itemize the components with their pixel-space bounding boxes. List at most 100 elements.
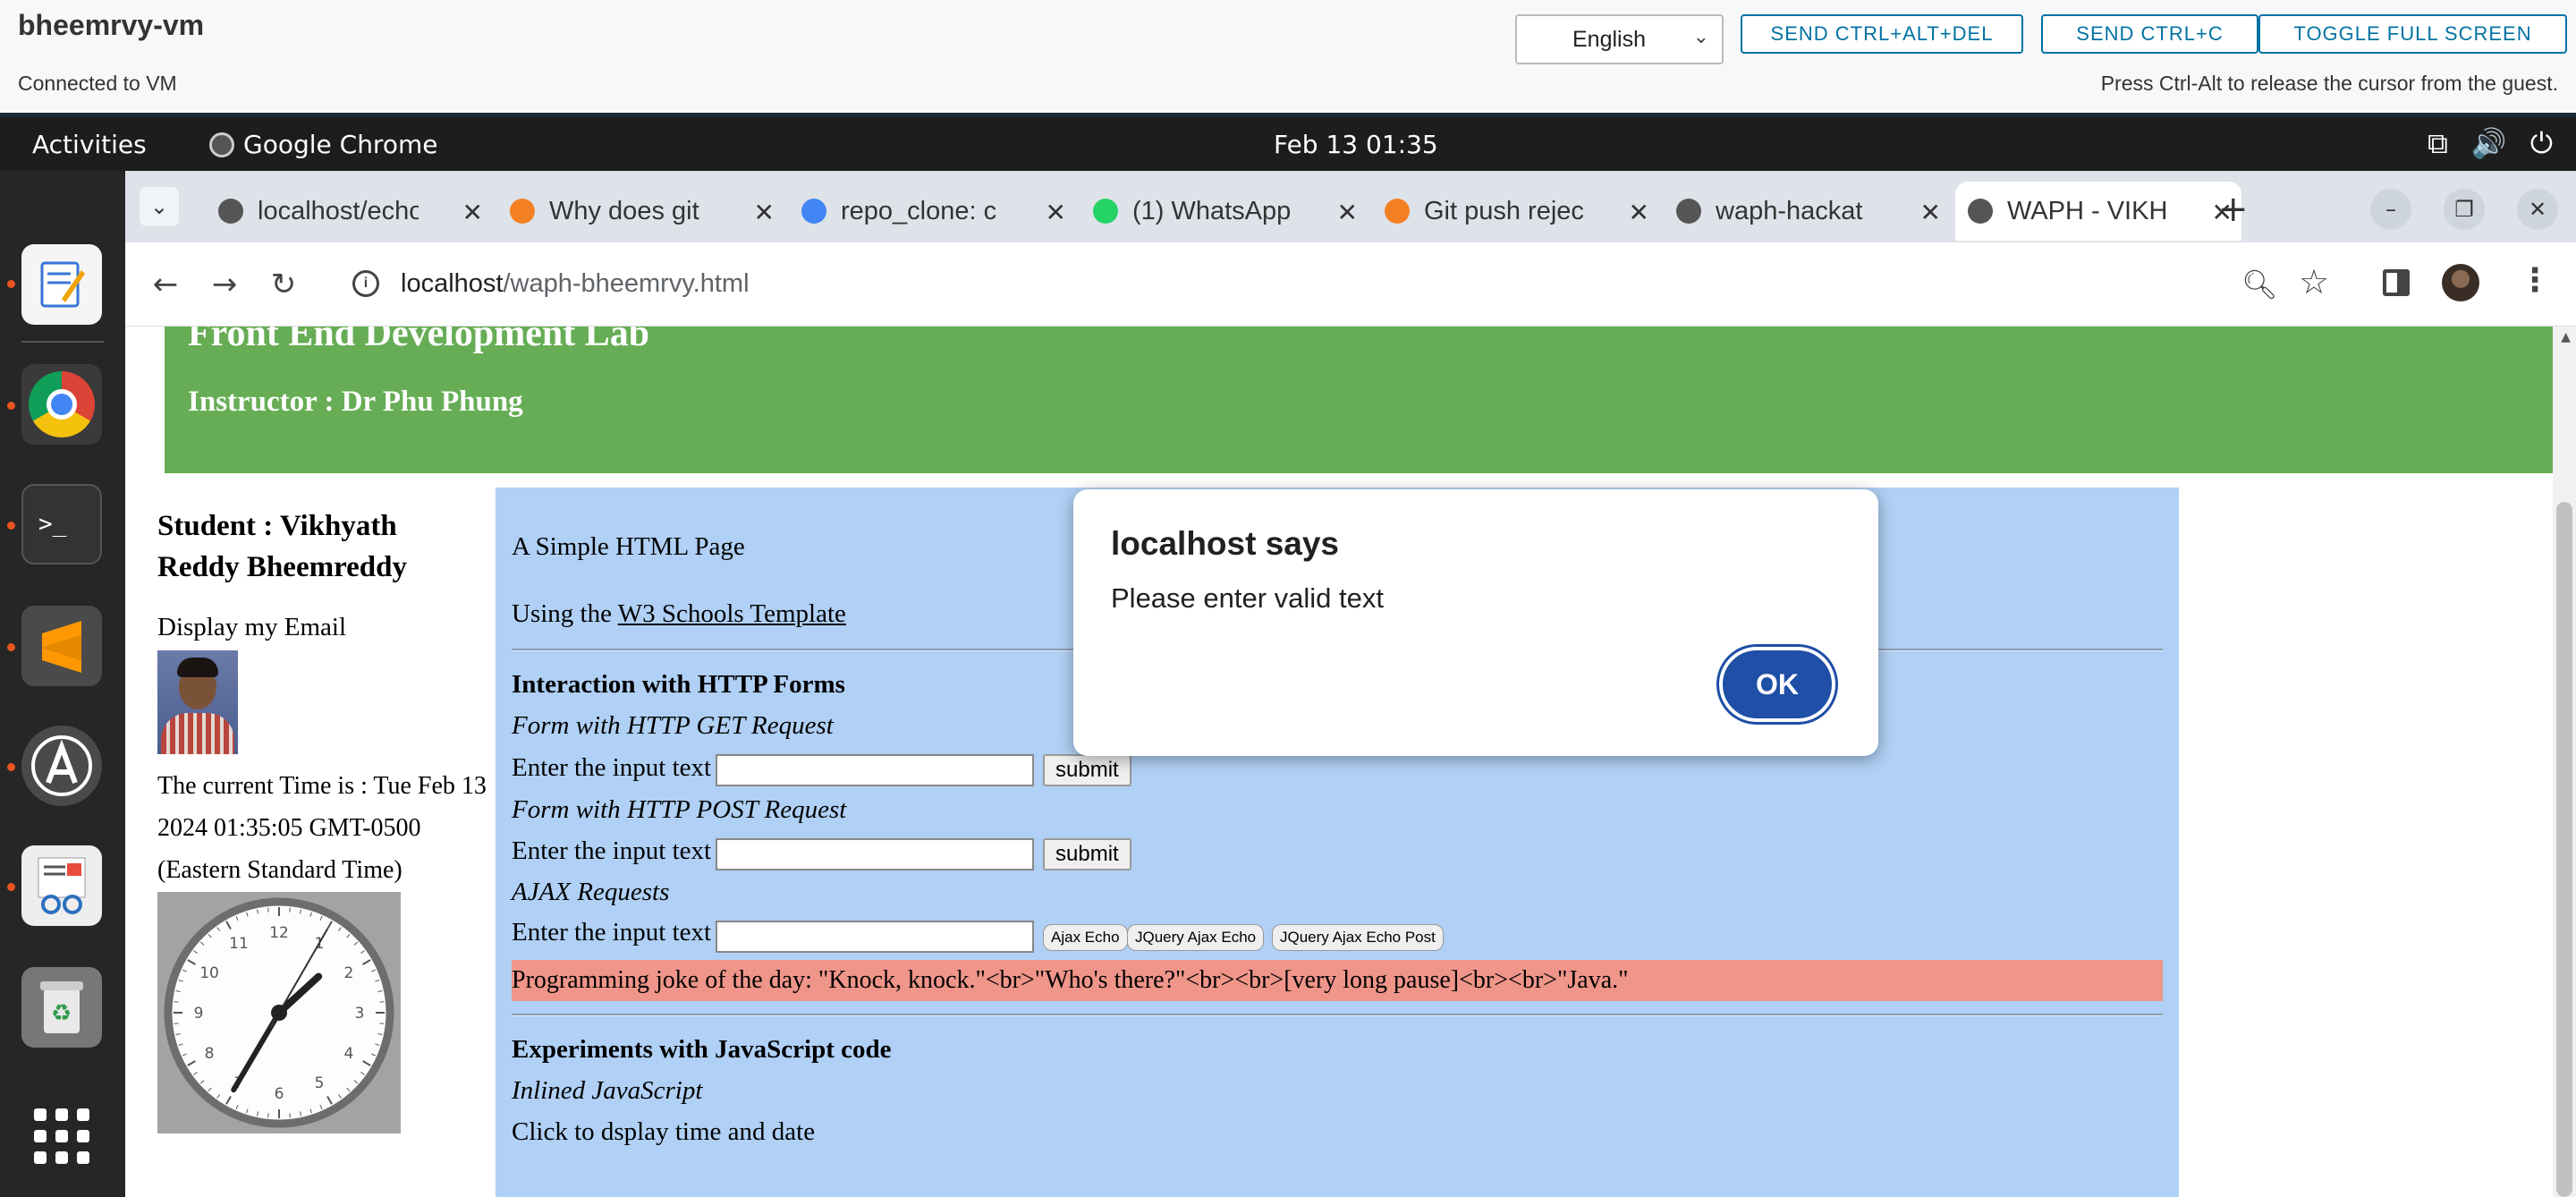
send-ctrl-c-button[interactable]: SEND CTRL+C xyxy=(2041,14,2258,54)
clock-tick xyxy=(174,1001,179,1003)
svg-text:♻: ♻ xyxy=(51,1000,72,1027)
close-tab-icon[interactable]: ✕ xyxy=(1920,198,1941,227)
reload-button[interactable]: ↻ xyxy=(261,262,306,307)
tab-title: waph-hackat xyxy=(1716,196,1863,225)
display-time-text[interactable]: Click to dsplay time and date xyxy=(512,1117,815,1147)
tab-title: (1) WhatsApp xyxy=(1132,196,1292,225)
alert-ok-button[interactable]: OK xyxy=(1719,647,1835,722)
page-header-banner: Front End Development Lab Instructor : D… xyxy=(165,327,2555,473)
browser-toolbar: ← → ↻ i localhost/waph-bheemrvy.html 🔍︎ … xyxy=(125,242,2576,327)
get-input-field[interactable] xyxy=(716,754,1034,786)
display-email-link[interactable]: Display my Email xyxy=(157,613,346,642)
system-tray[interactable]: ⧉ 🔊 ⏻ xyxy=(2428,126,2553,161)
student-photo xyxy=(157,650,238,754)
clock-number: 5 xyxy=(315,1074,325,1092)
browser-tab[interactable]: google-icon repo_clone: c ✕ xyxy=(789,182,1075,241)
send-ctrl-alt-del-button[interactable]: SEND CTRL+ALT+DEL xyxy=(1741,14,2023,54)
clock-center xyxy=(271,1005,287,1021)
get-form-heading: Form with HTTP GET Request xyxy=(512,711,834,740)
ubuntu-top-bar: Activities Google Chrome Feb 13 01:35 ⧉ … xyxy=(0,117,2576,171)
page-scrollbar[interactable]: ▲ xyxy=(2553,327,2576,1197)
close-tab-icon[interactable]: ✕ xyxy=(1337,198,1358,227)
close-window-button[interactable]: ✕ xyxy=(2517,189,2558,230)
forward-button[interactable]: → xyxy=(202,262,247,307)
sublime-text-icon[interactable] xyxy=(21,606,102,686)
back-button[interactable]: ← xyxy=(143,262,188,307)
document-viewer-icon[interactable] xyxy=(21,845,102,926)
close-tab-icon[interactable]: ✕ xyxy=(754,198,775,227)
close-tab-icon[interactable]: ✕ xyxy=(1629,198,1649,227)
jquery-ajax-echo-post-button[interactable]: JQuery Ajax Echo Post xyxy=(1272,924,1444,951)
intro-text: A Simple HTML Page xyxy=(512,532,745,561)
post-submit-button[interactable]: submit xyxy=(1043,838,1131,870)
running-indicator xyxy=(7,280,15,288)
clock-number: 3 xyxy=(355,1005,365,1023)
w3-schools-link[interactable]: W3 Schools Template xyxy=(618,599,846,628)
new-tab-button[interactable]: + xyxy=(2218,189,2249,230)
alert-dialog: localhost says Please enter valid text O… xyxy=(1073,489,1878,756)
trash-icon[interactable]: ♻ xyxy=(21,967,102,1048)
clock-number: 4 xyxy=(344,1045,354,1063)
dock: >_ ♻ xyxy=(0,171,125,1197)
bookmark-star-icon[interactable]: ☆ xyxy=(2299,262,2329,301)
tab-title: repo_clone: c xyxy=(841,196,997,225)
top-bar-clock[interactable]: Feb 13 01:35 xyxy=(1274,130,1438,159)
tab-search-button[interactable]: ⌄ xyxy=(140,187,179,226)
power-icon: ⏻ xyxy=(2529,126,2553,160)
browser-tab[interactable]: stackoverflow-icon Git push rejec ✕ xyxy=(1372,182,1658,241)
close-tab-icon[interactable]: ✕ xyxy=(462,198,483,227)
chrome-icon[interactable] xyxy=(21,364,102,445)
stackoverflow-icon: stackoverflow-icon xyxy=(1385,199,1410,224)
post-input-field[interactable] xyxy=(716,838,1034,870)
vm-console-header: bheemrvy-vm Connected to VM Press Ctrl-A… xyxy=(0,0,2576,114)
post-form-heading: Form with HTTP POST Request xyxy=(512,795,847,824)
tab-title: Why does git xyxy=(549,196,699,225)
scroll-up-arrow-icon[interactable]: ▲ xyxy=(2561,330,2571,344)
page-viewport: Front End Development Lab Instructor : D… xyxy=(125,327,2576,1197)
chrome-menu-icon[interactable]: ⋮ xyxy=(2519,262,2551,299)
side-panel-icon[interactable] xyxy=(2383,269,2410,296)
scrollbar-thumb[interactable] xyxy=(2556,502,2572,1197)
terminal-icon[interactable]: >_ xyxy=(21,484,102,565)
globe-icon: globe-icon xyxy=(218,199,243,224)
running-indicator xyxy=(7,883,15,891)
running-indicator xyxy=(7,643,15,651)
tab-title: localhost/echo xyxy=(258,196,419,225)
show-apps-icon[interactable] xyxy=(21,1096,102,1176)
text-editor-icon[interactable] xyxy=(21,244,102,325)
inline-js-heading: Inlined JavaScript xyxy=(512,1076,703,1105)
svg-text:>_: >_ xyxy=(38,511,67,538)
clock-number: 11 xyxy=(229,935,249,953)
zoom-icon[interactable]: 🔍︎ xyxy=(2241,267,2278,301)
maximize-button[interactable]: ❐ xyxy=(2444,189,2485,230)
browser-tab[interactable]: stackoverflow-icon Why does git ✕ xyxy=(497,182,784,241)
network-icon: ⧉ xyxy=(2427,126,2448,160)
ajax-input-label: Enter the input text xyxy=(512,918,712,947)
activities-button[interactable]: Activities xyxy=(32,130,147,159)
browser-tab[interactable]: globe-icon localhost/echo ✕ xyxy=(206,182,492,241)
vm-release-hint: Press Ctrl-Alt to release the cursor fro… xyxy=(2100,72,2558,95)
clock-tick xyxy=(289,907,291,913)
browser-tab[interactable]: globe-iconWAPH - VIKH✕ xyxy=(1955,182,2241,241)
clock-tick xyxy=(379,1001,385,1003)
browser-tab[interactable]: globe-icon waph-hackat ✕ xyxy=(1664,182,1950,241)
site-info-icon[interactable]: i xyxy=(352,270,379,297)
close-tab-icon[interactable]: ✕ xyxy=(1046,198,1066,227)
clock-number: 6 xyxy=(275,1085,284,1103)
toggle-fullscreen-button[interactable]: TOGGLE FULL SCREEN xyxy=(2258,14,2567,54)
profile-avatar[interactable] xyxy=(2442,264,2479,301)
app-menu[interactable]: Google Chrome xyxy=(209,130,437,159)
ajax-echo-button[interactable]: Ajax Echo xyxy=(1043,924,1128,951)
ajax-input-field[interactable] xyxy=(716,921,1034,953)
chrome-window: ⌄ globe-iconlocalhost/echo✕stackoverflow… xyxy=(125,171,2576,1197)
language-select[interactable]: English ⌄ xyxy=(1515,14,1724,64)
google-icon: google-icon xyxy=(801,199,826,224)
get-submit-button[interactable]: submit xyxy=(1043,754,1131,786)
address-bar[interactable]: i localhost/waph-bheemrvy.html xyxy=(335,253,2410,314)
clock-tick xyxy=(174,1023,179,1024)
jquery-ajax-echo-button[interactable]: JQuery Ajax Echo xyxy=(1127,924,1265,951)
browser-tab[interactable]: whatsapp-icon (1) WhatsApp ✕ xyxy=(1080,182,1367,241)
minimize-button[interactable]: – xyxy=(2370,189,2411,230)
whatsapp-icon: whatsapp-icon xyxy=(1093,199,1118,224)
app-center-icon[interactable] xyxy=(21,726,102,806)
